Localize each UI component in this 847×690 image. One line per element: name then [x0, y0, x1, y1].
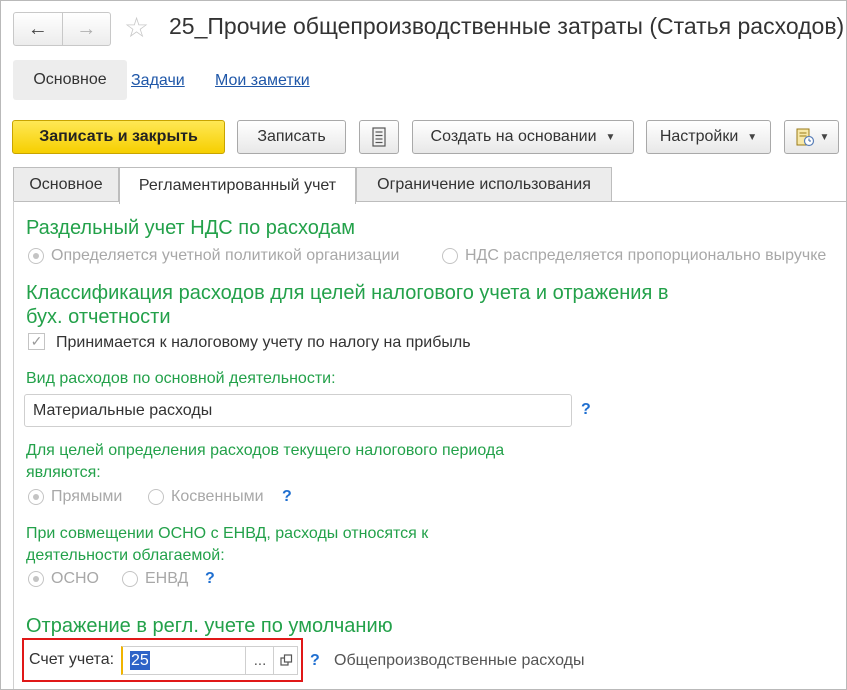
account-help-icon[interactable]: ? — [310, 652, 320, 670]
expense-type-help-icon[interactable]: ? — [581, 401, 591, 419]
radio-selected-icon — [28, 571, 44, 587]
nav-buttons: ← → — [13, 12, 111, 46]
osno-option-osno-label: ОСНО — [51, 570, 99, 587]
page-title: 25_Прочие общепроизводственные затраты (… — [169, 13, 845, 39]
tab-usage-restriction[interactable]: Ограничение использования — [356, 167, 612, 202]
tab-main-label: Основное — [29, 176, 103, 193]
save-and-close-label: Записать и закрыть — [39, 128, 198, 145]
back-icon[interactable]: ← — [14, 13, 63, 45]
star-icon[interactable]: ☆ — [124, 11, 149, 44]
forward-icon[interactable]: → — [63, 13, 111, 45]
radio-unselected-icon — [442, 248, 458, 264]
tab-restriction-label: Ограничение использования — [377, 176, 591, 193]
report-button[interactable] — [359, 120, 399, 154]
vat-heading: Раздельный учет НДС по расходам — [26, 217, 356, 239]
tab-regulated-accounting[interactable]: Регламентированный учет — [119, 167, 356, 204]
create-based-on-label: Создать на основании — [430, 128, 597, 145]
expense-type-field[interactable]: Материальные расходы — [24, 394, 572, 427]
classification-heading-line1: Классификация расходов для целей налогов… — [26, 282, 669, 304]
radio-selected-icon — [28, 489, 44, 505]
classification-heading-line2: бух. отчетности — [26, 306, 171, 328]
radio-unselected-icon — [122, 571, 138, 587]
settings-label: Настройки — [659, 128, 739, 145]
period-option-direct[interactable]: Прямыми — [28, 488, 122, 506]
save-button[interactable]: Записать — [237, 120, 346, 154]
tab-main[interactable]: Основное — [13, 167, 119, 202]
reflection-heading: Отражение в регл. учете по умолчанию — [26, 615, 393, 637]
osno-option-envd[interactable]: ЕНВД — [122, 570, 188, 588]
section-main[interactable]: Основное — [13, 60, 127, 100]
save-label: Записать — [257, 128, 326, 145]
period-option-indirect[interactable]: Косвенными — [148, 488, 264, 506]
period-label-line2: являются: — [26, 464, 101, 481]
vat-option-proportional-label: НДС распределяется пропорционально выруч… — [465, 247, 827, 264]
vat-option-policy[interactable]: Определяется учетной политикой организац… — [28, 247, 399, 265]
section-notes-link[interactable]: Мои заметки — [215, 72, 310, 90]
osno-option-osno[interactable]: ОСНО — [28, 570, 99, 588]
document-list-icon — [372, 127, 386, 147]
period-option-direct-label: Прямыми — [51, 488, 123, 505]
checkmark-icon: ✓ — [30, 333, 43, 349]
radio-selected-icon — [28, 248, 44, 264]
period-label-line1: Для целей определения расходов текущего … — [26, 442, 505, 459]
period-help-icon[interactable]: ? — [282, 488, 292, 506]
content-border — [13, 201, 14, 689]
attachments-button[interactable]: ▼ — [784, 120, 839, 154]
document-window: ← → ☆ 25_Прочие общепроизводственные зат… — [0, 0, 847, 690]
profit-tax-checkbox-label: Принимается к налоговому учету по налогу… — [56, 334, 471, 351]
expense-type-value: Материальные расходы — [33, 401, 213, 419]
vat-option-proportional[interactable]: НДС распределяется пропорционально выруч… — [442, 247, 826, 265]
section-tasks-link[interactable]: Задачи — [131, 72, 185, 90]
osno-option-envd-label: ЕНВД — [145, 570, 189, 587]
settings-button[interactable]: Настройки ▼ — [646, 120, 771, 154]
caret-down-icon: ▼ — [605, 131, 616, 143]
highlight-frame — [22, 638, 303, 682]
profit-tax-checkbox[interactable]: ✓ — [28, 333, 45, 350]
create-based-on-button[interactable]: Создать на основании ▼ — [412, 120, 634, 154]
attachment-icon — [796, 128, 814, 147]
osno-help-icon[interactable]: ? — [205, 570, 215, 588]
osno-label-line2: деятельности облагаемой: — [26, 547, 225, 564]
tab-regulated-label: Регламентированный учет — [138, 177, 337, 194]
caret-down-icon: ▼ — [747, 131, 758, 143]
radio-unselected-icon — [148, 489, 164, 505]
osno-label-line1: При совмещении ОСНО с ЕНВД, расходы отно… — [26, 525, 429, 542]
period-option-indirect-label: Косвенными — [171, 488, 264, 505]
save-and-close-button[interactable]: Записать и закрыть — [12, 120, 225, 154]
account-description: Общепроизводственные расходы — [334, 652, 585, 669]
expense-type-label: Вид расходов по основной деятельности: — [26, 370, 336, 387]
vat-option-policy-label: Определяется учетной политикой организац… — [51, 247, 400, 264]
caret-down-icon: ▼ — [819, 131, 830, 143]
